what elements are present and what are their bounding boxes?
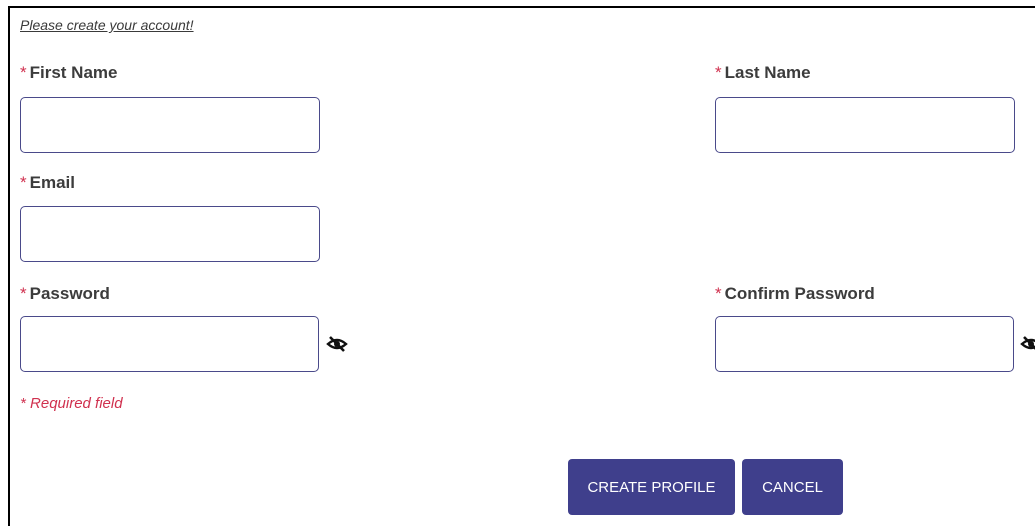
email-input[interactable] — [20, 206, 320, 262]
form-container — [8, 6, 1035, 526]
first-name-label-text: First Name — [29, 63, 118, 82]
last-name-input[interactable] — [715, 97, 1015, 153]
cancel-button[interactable]: CANCEL — [742, 459, 843, 515]
first-name-input[interactable] — [20, 97, 320, 153]
eye-slash-icon[interactable] — [326, 336, 348, 352]
form-intro-text: Please create your account! — [20, 17, 194, 33]
required-asterisk: * — [20, 63, 27, 82]
password-input[interactable] — [20, 316, 319, 372]
last-name-label: * Last Name — [715, 63, 811, 83]
required-asterisk: * — [20, 284, 27, 303]
required-asterisk: * — [20, 173, 27, 192]
confirm-password-input[interactable] — [715, 316, 1014, 372]
last-name-label-text: Last Name — [724, 63, 811, 82]
create-profile-button[interactable]: CREATE PROFILE — [568, 459, 735, 515]
required-field-text: Required field — [30, 395, 123, 412]
confirm-password-label: * Confirm Password — [715, 284, 875, 304]
password-label-text: Password — [29, 284, 110, 303]
email-label: * Email — [20, 173, 75, 193]
required-asterisk: * — [715, 63, 722, 82]
required-asterisk: * — [20, 395, 26, 412]
required-asterisk: * — [715, 284, 722, 303]
eye-slash-icon[interactable] — [1020, 336, 1035, 352]
confirm-password-label-text: Confirm Password — [724, 284, 875, 303]
email-label-text: Email — [29, 173, 75, 192]
required-field-note: * Required field — [20, 395, 123, 412]
password-label: * Password — [20, 284, 110, 304]
first-name-label: * First Name — [20, 63, 118, 83]
